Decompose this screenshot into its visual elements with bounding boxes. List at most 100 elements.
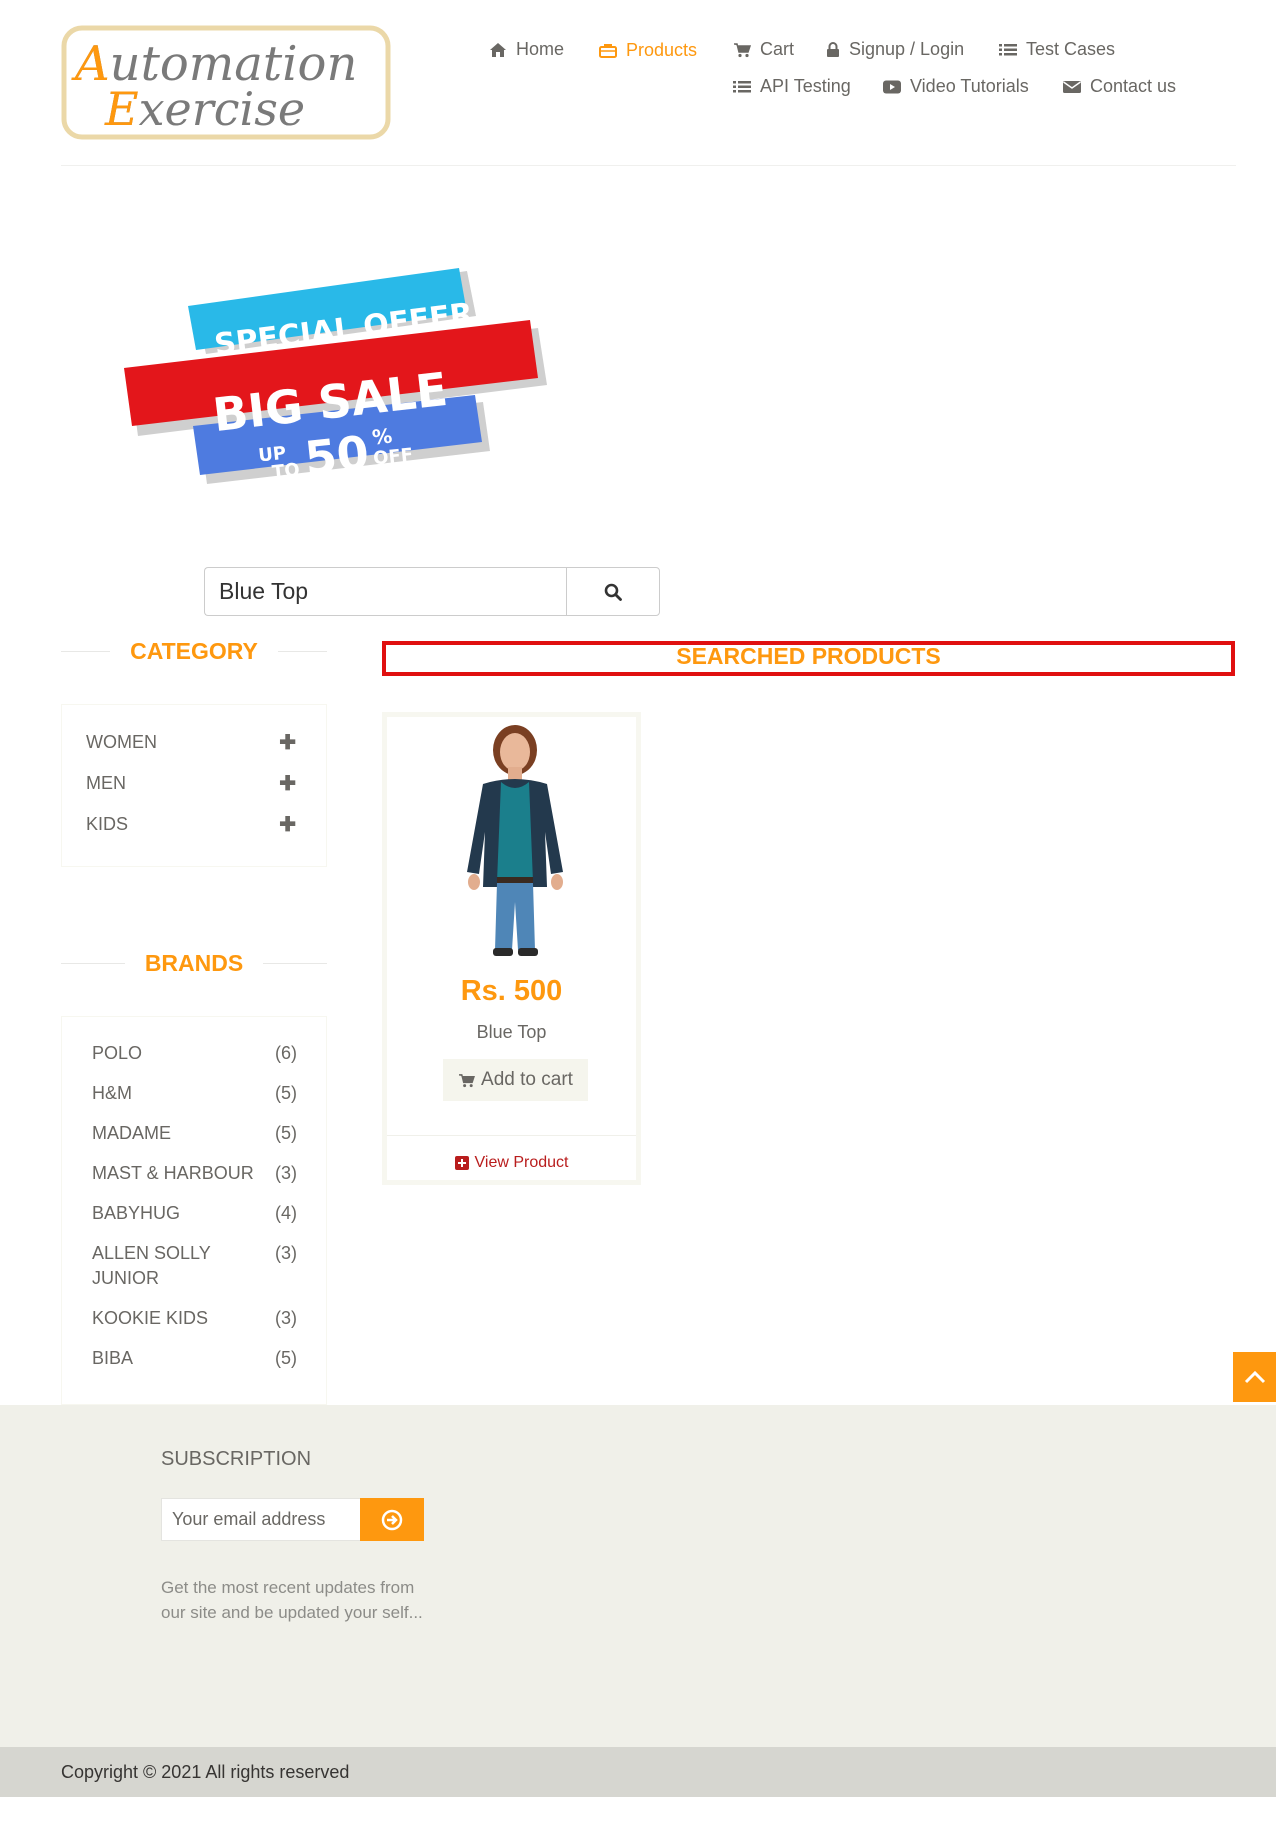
plus-icon[interactable]: ✚ (279, 812, 296, 837)
subscribe-button[interactable] (360, 1498, 424, 1541)
brand-count: (5) (275, 1123, 297, 1143)
brand-item-allen-solly-junior[interactable]: ALLEN SOLLY JUNIOR (3) (92, 1241, 297, 1291)
chevron-up-icon (1244, 1370, 1265, 1384)
sale-banner: SPECIAL OFFER BIG SALE UP TO 50 % OFF (120, 268, 552, 490)
brand-count: (3) (275, 1243, 297, 1263)
email-placeholder: Your email address (172, 1509, 326, 1529)
searched-products-title: SEARCHED PRODUCTS (382, 641, 1235, 676)
scroll-up-button[interactable] (1233, 1352, 1276, 1402)
copyright-text: Copyright © 2021 All rights reserved (61, 1762, 350, 1782)
svg-text:A: A (71, 36, 110, 92)
brands-panel: POLO (6) H&M (5) MADAME (5) MAST & HARBO… (61, 1016, 327, 1405)
nav-video-tutorials-label: Video Tutorials (910, 76, 1029, 96)
add-to-cart-label: Add to cart (481, 1069, 573, 1090)
envelope-icon (1063, 80, 1081, 93)
nav-signup-login[interactable]: Signup / Login (826, 39, 964, 60)
product-image (397, 722, 627, 962)
nav-contact-us-label: Contact us (1090, 76, 1177, 96)
plus-icon[interactable]: ✚ (279, 771, 296, 796)
nav-api-testing[interactable]: API Testing (733, 76, 851, 97)
add-to-cart-button[interactable]: Add to cart (443, 1059, 588, 1101)
nav-test-cases[interactable]: Test Cases (999, 39, 1115, 60)
brand-count: (3) (275, 1308, 297, 1328)
searched-products-title-text: SEARCHED PRODUCTS (676, 643, 941, 669)
youtube-play-icon (883, 80, 901, 93)
banner-percent-sign: % (371, 424, 393, 450)
product-name: Blue Top (476, 1022, 547, 1042)
nav-home[interactable]: Home (489, 39, 564, 60)
category-item-women[interactable]: WOMEN ✚ (86, 730, 296, 755)
brand-item-babyhug[interactable]: BABYHUG (4) (92, 1201, 297, 1226)
nav-video-tutorials[interactable]: Video Tutorials (883, 76, 1029, 97)
nav-home-label: Home (516, 39, 565, 59)
product-card: Rs. 500 Blue Top Add to cart View Produc… (382, 712, 641, 1185)
list-icon (999, 43, 1017, 55)
brand-count: (5) (275, 1348, 297, 1368)
brand-name: KOOKIE KIDS (92, 1308, 209, 1328)
home-icon (490, 42, 506, 57)
category-item-kids[interactable]: KIDS ✚ (86, 812, 296, 837)
nav-contact-us[interactable]: Contact us (1063, 76, 1176, 97)
nav-signup-label: Signup / Login (849, 39, 965, 59)
brand-item-mast-harbour[interactable]: MAST & HARBOUR (3) (92, 1161, 297, 1186)
search-input[interactable]: Blue Top (204, 567, 568, 616)
list-icon (733, 80, 751, 92)
banner-to: TO (271, 459, 301, 483)
header-divider (61, 165, 1236, 166)
nav-products[interactable]: Products (599, 40, 697, 61)
nav-api-testing-label: API Testing (760, 76, 851, 96)
briefcase-icon (599, 43, 617, 58)
view-product-label: View Product (474, 1154, 569, 1171)
nav-cart-label: Cart (760, 39, 795, 59)
brand-name: H&M (92, 1083, 132, 1103)
nav-cart[interactable]: Cart (733, 39, 794, 60)
search-icon (604, 583, 622, 601)
brand-name: POLO (92, 1043, 143, 1063)
brand-item-polo[interactable]: POLO (6) (92, 1041, 297, 1066)
product-price: Rs. 500 (460, 975, 563, 1007)
banner-percent-value: 50 (302, 425, 371, 485)
category-title: CATEGORY (61, 638, 327, 665)
category-item-label: MEN (86, 773, 126, 793)
plus-square-icon (454, 1156, 469, 1170)
brand-item-madame[interactable]: MADAME (5) (92, 1121, 297, 1146)
brand-item-biba[interactable]: BIBA (5) (92, 1346, 297, 1371)
view-product-link[interactable]: View Product (387, 1154, 636, 1172)
brands-title-text: BRANDS (144, 950, 244, 976)
subscription-description: Get the most recent updates from our sit… (161, 1578, 423, 1622)
cart-icon (734, 42, 751, 57)
brand-name: MAST & HARBOUR (92, 1163, 254, 1183)
category-item-men[interactable]: MEN ✚ (86, 771, 296, 796)
brand-name: MADAME (92, 1123, 172, 1143)
plus-icon[interactable]: ✚ (279, 730, 296, 755)
brand-count: (6) (275, 1043, 297, 1063)
search-button[interactable] (566, 567, 660, 616)
category-title-text: CATEGORY (130, 638, 258, 664)
brand-item-hm[interactable]: H&M (5) (92, 1081, 297, 1106)
nav-test-cases-label: Test Cases (1026, 39, 1116, 59)
site-logo[interactable]: Automation Exercise A E (61, 25, 391, 140)
brand-name: BIBA (92, 1348, 134, 1368)
copyright-bar: Copyright © 2021 All rights reserved (0, 1747, 1276, 1797)
footer: SUBSCRIPTION Your email address Get the … (0, 1405, 1276, 1747)
arrow-circle-right-icon (381, 1509, 403, 1530)
banner-off: OFF (372, 444, 414, 469)
lock-icon (827, 41, 839, 57)
category-panel: WOMEN ✚ MEN ✚ KIDS ✚ (61, 704, 327, 867)
svg-text:E: E (104, 82, 139, 136)
cart-icon (459, 1073, 476, 1087)
brand-count: (4) (275, 1203, 297, 1223)
brand-name: BABYHUG (92, 1203, 181, 1223)
category-item-label: WOMEN (86, 732, 157, 752)
subscription-email-input[interactable]: Your email address (161, 1498, 361, 1541)
main-nav: Home Products Cart Signup / Login Test C… (480, 36, 1200, 106)
search-input-value: Blue Top (219, 578, 309, 604)
subscription-title: SUBSCRIPTION (161, 1448, 312, 1470)
brand-name: ALLEN SOLLY JUNIOR (92, 1243, 211, 1288)
brands-title: BRANDS (61, 950, 328, 977)
brand-count: (5) (275, 1083, 297, 1103)
brand-item-kookie-kids[interactable]: KOOKIE KIDS (3) (92, 1306, 297, 1331)
card-divider (387, 1135, 636, 1136)
nav-products-label: Products (626, 40, 698, 60)
category-item-label: KIDS (86, 814, 129, 834)
